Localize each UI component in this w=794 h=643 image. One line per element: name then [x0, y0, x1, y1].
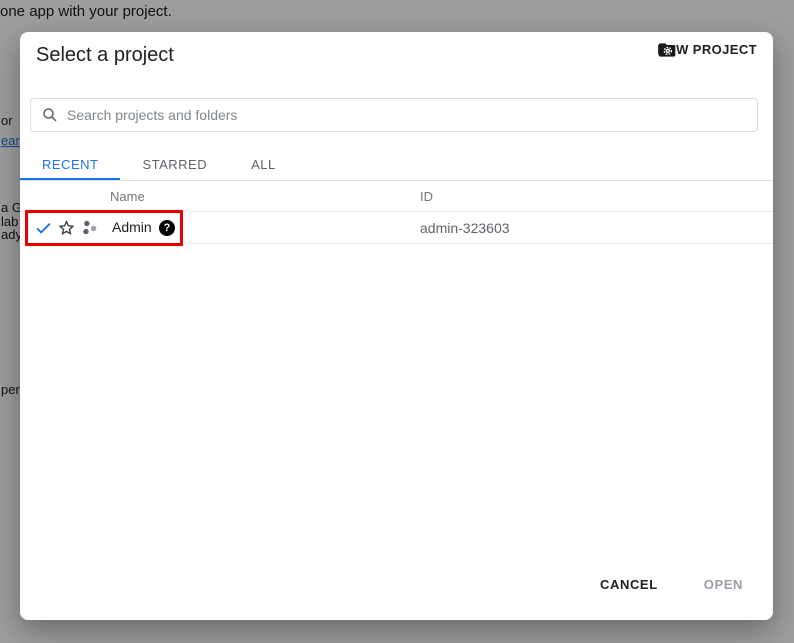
column-header-id: ID [420, 189, 433, 204]
cancel-button[interactable]: CANCEL [600, 577, 658, 592]
new-project-button[interactable]: NEW PROJECT [657, 42, 757, 57]
project-icon [81, 219, 99, 237]
tab-recent[interactable]: RECENT [20, 150, 120, 180]
project-id: admin-323603 [420, 220, 510, 236]
project-name: Admin [112, 219, 152, 235]
search-input[interactable] [67, 107, 747, 123]
select-project-dialog: Select a project NEW PROJECT RECENT STAR… [20, 32, 773, 620]
new-project-folder-gear-icon [657, 40, 677, 60]
open-button[interactable]: OPEN [704, 577, 743, 592]
dialog-footer: CANCEL OPEN [600, 577, 743, 592]
project-row-admin[interactable]: Admin ? admin-323603 [20, 212, 773, 244]
project-table-header: Name ID [20, 181, 773, 212]
project-search-box [30, 98, 758, 132]
tab-starred[interactable]: STARRED [120, 150, 229, 180]
help-icon[interactable]: ? [159, 220, 175, 236]
star-outline-icon[interactable] [57, 218, 76, 237]
dialog-title: Select a project [36, 44, 174, 67]
column-header-name: Name [110, 189, 145, 204]
tab-bar: RECENT STARRED ALL [20, 150, 773, 181]
tab-all[interactable]: ALL [229, 150, 298, 180]
search-icon [41, 106, 59, 124]
selected-check-icon [34, 218, 53, 237]
